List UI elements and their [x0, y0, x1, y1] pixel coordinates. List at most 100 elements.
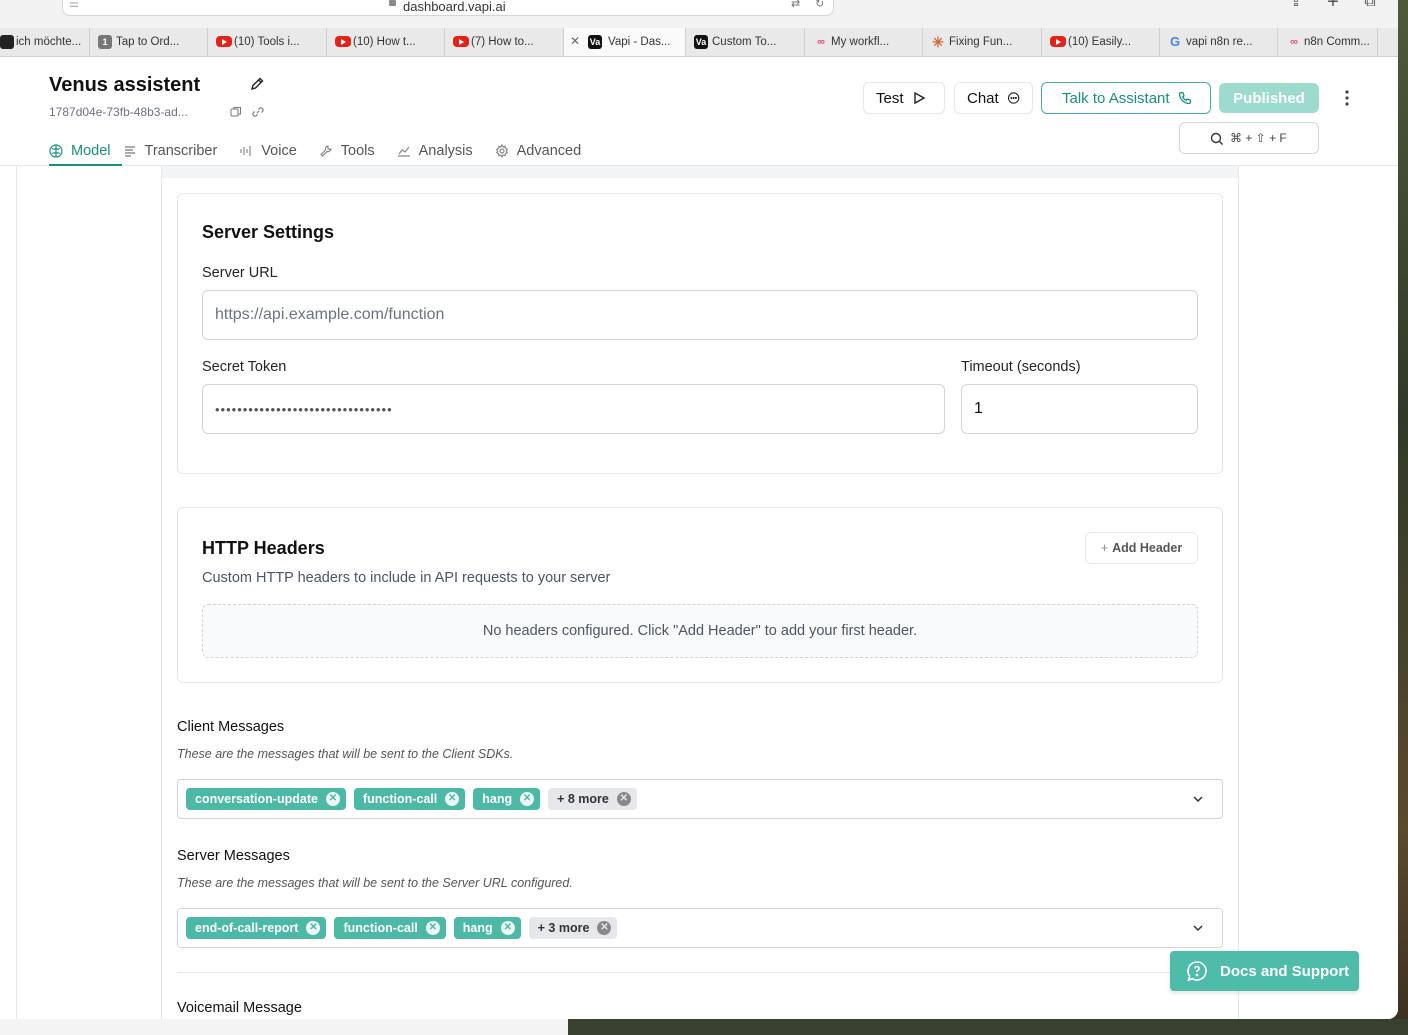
client-messages-select[interactable]: conversation-update ✕ function-call ✕ ha…: [177, 779, 1223, 819]
new-tab-icon[interactable]: +: [1325, 0, 1341, 12]
timeout-label: Timeout (seconds): [961, 359, 1081, 375]
vapi-icon: Va: [694, 35, 708, 49]
remove-chip-icon[interactable]: ✕: [425, 921, 440, 935]
remove-chip-icon[interactable]: ✕: [325, 792, 340, 806]
tabs-overview-icon[interactable]: ⧉: [1362, 0, 1378, 10]
test-button[interactable]: Test: [863, 82, 945, 114]
brain-icon: [49, 143, 63, 158]
add-header-button[interactable]: + Add Header: [1085, 532, 1198, 564]
secret-token-input[interactable]: ••••••••••••••••••••••••••••••••: [202, 384, 945, 434]
section-divider: [177, 972, 1223, 973]
gear-icon: [495, 143, 508, 158]
talk-to-assistant-button[interactable]: Talk to Assistant: [1041, 82, 1211, 114]
remove-chip-icon[interactable]: ✕: [520, 792, 535, 806]
tab-analysis[interactable]: Analysis: [397, 137, 484, 164]
google-icon: G: [1169, 34, 1181, 49]
tab-label: Voice: [261, 142, 297, 159]
browser-tab-label: (10) Tools i...: [234, 36, 300, 48]
remove-chip-icon[interactable]: ✕: [445, 792, 460, 806]
tab-advanced[interactable]: Advanced: [495, 137, 593, 164]
message-chip[interactable]: hang ✕: [473, 788, 541, 810]
empty-headers-message: No headers configured. Click "Add Header…: [202, 604, 1198, 658]
translate-icon[interactable]: ⇄: [791, 0, 800, 10]
voicemail-message-label: Voicemail Message: [177, 1000, 302, 1016]
browser-tab-label: (10) How t...: [353, 36, 416, 48]
browser-tab[interactable]: ∞ n8n Comm...: [1278, 28, 1378, 56]
assistant-name: Venus assistent: [49, 74, 201, 96]
close-tab-icon[interactable]: ✕: [570, 34, 580, 48]
browser-tab-label: (10) Easily...: [1068, 36, 1132, 48]
n8n-icon: ∞: [1290, 36, 1298, 48]
pencil-icon[interactable]: [249, 76, 265, 92]
browser-tab[interactable]: (10) Easily...: [1042, 28, 1160, 56]
tab-label: Advanced: [516, 142, 582, 159]
test-button-label: Test: [876, 89, 904, 107]
server-messages-select[interactable]: end-of-call-report ✕ function-call ✕ han…: [177, 908, 1223, 948]
browser-tab[interactable]: (10) Tools i...: [208, 28, 327, 56]
timeout-input[interactable]: 1: [961, 384, 1198, 434]
support-chat-icon: [1187, 961, 1207, 982]
remove-chip-icon[interactable]: ✕: [597, 921, 612, 935]
browser-tab[interactable]: G vapi n8n re...: [1160, 28, 1278, 56]
publish-button[interactable]: Published: [1219, 83, 1319, 113]
phone-icon: [1178, 91, 1191, 105]
server-messages-label: Server Messages: [177, 848, 290, 864]
more-chips-badge[interactable]: + 3 more ✕: [528, 917, 618, 939]
chat-button-label: Chat: [967, 89, 999, 107]
reader-icon[interactable]: ☰: [69, 0, 79, 10]
chip-label: function-call: [362, 792, 438, 806]
message-chip[interactable]: function-call ✕: [353, 788, 466, 810]
browser-tab[interactable]: (10) How t...: [327, 28, 445, 56]
remove-chip-icon[interactable]: ✕: [500, 921, 515, 935]
http-headers-description: Custom HTTP headers to include in API re…: [202, 570, 611, 586]
youtube-icon: [216, 36, 232, 47]
search-icon: [1210, 132, 1223, 145]
chevron-down-icon[interactable]: [1192, 922, 1204, 934]
share-icon[interactable]: ⇪: [1288, 0, 1304, 10]
address-bar[interactable]: ☰ dashboard.vapi.ai ⇄ ↻: [62, 0, 834, 16]
chat-button[interactable]: Chat: [954, 82, 1033, 114]
browser-tab-label: n8n Comm...: [1304, 36, 1370, 48]
link-icon[interactable]: [252, 106, 264, 118]
assistant-id: 1787d04e-73fb-48b3-ad...: [49, 105, 188, 119]
browser-tab[interactable]: ✳ Fixing Fun...: [923, 28, 1042, 56]
more-chips-badge[interactable]: + 8 more ✕: [548, 788, 637, 810]
message-chip[interactable]: function-call ✕: [334, 917, 446, 939]
browser-tab[interactable]: 1 Tap to Ord...: [90, 28, 208, 56]
remove-chip-icon[interactable]: ✕: [616, 792, 631, 806]
browser-tab[interactable]: Va Custom To...: [686, 28, 805, 56]
plus-icon: +: [1100, 541, 1109, 555]
dark-icon: [0, 35, 14, 49]
divider: [1238, 166, 1239, 1019]
search-shortcut: ⌘ + ⇧ + F: [1230, 131, 1287, 145]
server-url-input[interactable]: https://api.example.com/function: [202, 290, 1198, 340]
wrench-icon: [319, 144, 332, 157]
chip-label: hang: [462, 921, 493, 935]
tab-tools[interactable]: Tools: [319, 137, 386, 164]
reload-icon[interactable]: ↻: [815, 0, 824, 10]
message-chip[interactable]: hang ✕: [453, 917, 521, 939]
server-settings-title: Server Settings: [202, 222, 335, 242]
claude-spark-icon: ✳: [932, 34, 944, 50]
browser-tab-active[interactable]: ✕ Va Vapi - Das...: [564, 28, 686, 56]
url-text[interactable]: dashboard.vapi.ai: [403, 0, 506, 14]
browser-tab[interactable]: ich möchte...: [0, 28, 90, 56]
chat-bubble-icon: [1007, 92, 1020, 104]
message-chip[interactable]: conversation-update ✕: [186, 788, 346, 810]
server-settings-card: Server Settings Server URL https://api.e…: [177, 193, 1223, 474]
remove-chip-icon[interactable]: ✕: [306, 921, 321, 935]
message-chip[interactable]: end-of-call-report ✕: [186, 917, 327, 939]
tab-model[interactable]: Model: [49, 137, 122, 166]
copy-icon[interactable]: [230, 106, 242, 118]
browser-tab[interactable]: ∞ My workfl...: [805, 28, 923, 56]
add-header-label: Add Header: [1112, 541, 1183, 555]
search-button[interactable]: ⌘ + ⇧ + F: [1179, 122, 1319, 154]
chevron-down-icon[interactable]: [1192, 793, 1204, 805]
http-headers-title: HTTP Headers: [202, 538, 325, 558]
browser-tab-label: My workfl...: [831, 36, 890, 48]
docs-and-support-button[interactable]: Docs and Support: [1170, 951, 1359, 991]
more-vertical-icon[interactable]: [1338, 88, 1356, 108]
tab-transcriber[interactable]: Transcriber: [123, 137, 229, 164]
browser-tab[interactable]: (7) How to...: [445, 28, 564, 56]
tab-voice[interactable]: Voice: [239, 137, 307, 164]
